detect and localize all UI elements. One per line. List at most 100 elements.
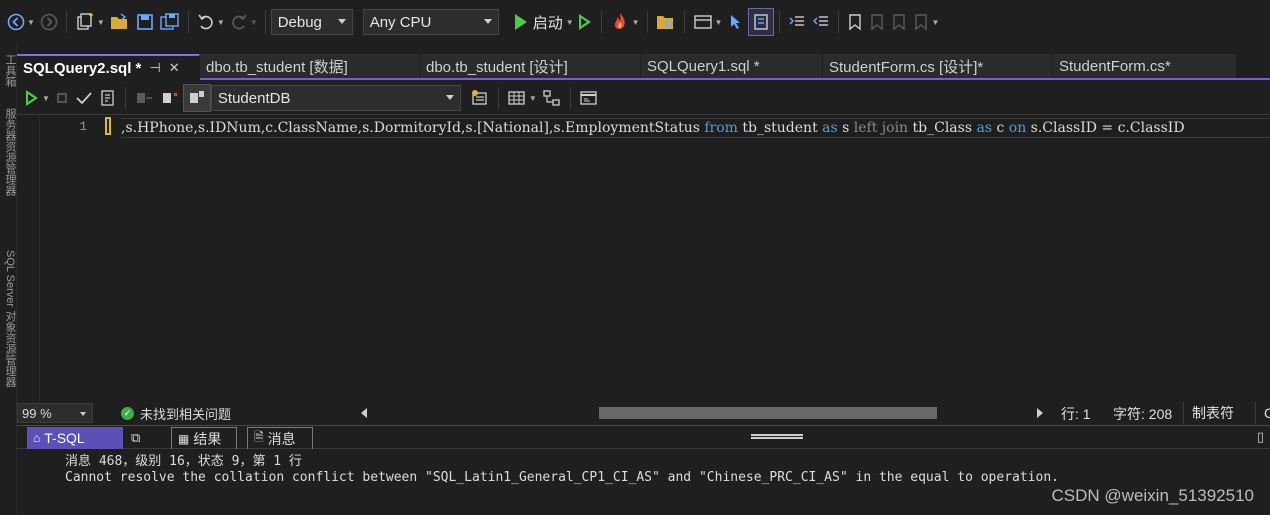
disconnect-icon[interactable] bbox=[157, 84, 183, 112]
left-tool-strip: 工具箱 服务器资源管理器 SQL Server 对象资源管理器 bbox=[0, 44, 17, 515]
new-project-dropdown-icon[interactable]: ▼ bbox=[97, 18, 105, 27]
parse-check-icon[interactable] bbox=[72, 84, 96, 112]
redo-icon[interactable] bbox=[227, 8, 251, 36]
outdent-icon[interactable] bbox=[809, 8, 833, 36]
undo-icon[interactable] bbox=[194, 8, 218, 36]
check-circle-icon: ✓ bbox=[121, 406, 134, 420]
tab-label: SQLQuery2.sql * bbox=[23, 59, 142, 77]
solution-config-select[interactable]: Debug bbox=[270, 9, 353, 35]
hot-reload-dropdown-icon[interactable]: ▼ bbox=[632, 18, 640, 27]
scroll-thumb[interactable] bbox=[599, 407, 937, 419]
toolbox-tab[interactable]: 工具箱 bbox=[2, 54, 18, 87]
query-options-icon[interactable] bbox=[467, 84, 493, 112]
tab-mode-indicator[interactable]: 制表符 bbox=[1183, 402, 1242, 424]
chevron-down-icon bbox=[483, 19, 492, 24]
issues-status[interactable]: 未找到相关问题 bbox=[140, 404, 231, 423]
open-folder-icon[interactable] bbox=[107, 8, 133, 36]
sql-object-explorer-tab[interactable]: SQL Server 对象资源管理器 bbox=[2, 250, 18, 387]
execute-icon[interactable] bbox=[23, 84, 43, 112]
tab-studentform-cs[interactable]: StudentForm.cs* bbox=[1053, 54, 1237, 78]
clear-bookmarks-icon[interactable] bbox=[910, 8, 932, 36]
tab-sqlquery2[interactable]: SQLQuery2.sql * ⊣ ✕ bbox=[17, 54, 200, 80]
code-token: as bbox=[976, 120, 993, 136]
code-token: as bbox=[822, 120, 838, 136]
char-indicator[interactable]: 字符: 208 bbox=[1113, 404, 1172, 424]
tab-design[interactable]: ⧉ bbox=[125, 427, 169, 449]
tab-messages[interactable]: 🗎 消息 bbox=[247, 427, 313, 449]
execute-dropdown-icon[interactable]: ▼ bbox=[42, 94, 50, 103]
indent-icon[interactable] bbox=[785, 8, 809, 36]
display-plan-icon[interactable] bbox=[96, 84, 120, 112]
layout-dropdown-icon[interactable]: ▼ bbox=[715, 18, 723, 27]
start-dropdown-icon[interactable]: ▼ bbox=[566, 18, 574, 27]
chevron-down-icon bbox=[80, 412, 86, 416]
tab-label: dbo.tb_student [设计] bbox=[426, 58, 568, 76]
back-dropdown-icon[interactable]: ▼ bbox=[27, 18, 35, 27]
save-icon[interactable] bbox=[133, 8, 157, 36]
separator bbox=[779, 11, 781, 33]
query-plan-icon[interactable] bbox=[576, 84, 602, 112]
code-token: s bbox=[837, 120, 854, 136]
line-ending-indicator[interactable]: C bbox=[1255, 402, 1270, 424]
platform-select[interactable]: Any CPU bbox=[362, 9, 499, 35]
connect-icon[interactable] bbox=[131, 84, 157, 112]
document-icon: 🗎 bbox=[254, 430, 264, 444]
start-debug-button[interactable]: 启动 bbox=[511, 12, 567, 33]
start-without-debug-icon[interactable] bbox=[576, 8, 596, 36]
code-line[interactable]: ,s.HPhone,s.IDNum,c.ClassName,s.Dormitor… bbox=[121, 118, 1270, 138]
split-toggle-icon[interactable]: ▯ bbox=[1257, 429, 1264, 445]
stop-icon[interactable] bbox=[52, 84, 72, 112]
zoom-value: 99 % bbox=[22, 405, 52, 421]
redo-dropdown-icon[interactable]: ▼ bbox=[250, 18, 258, 27]
tab-results[interactable]: ▦ 结果 bbox=[171, 427, 237, 449]
scroll-left-icon[interactable] bbox=[361, 408, 367, 418]
results-dropdown-icon[interactable]: ▼ bbox=[529, 94, 537, 103]
change-marker bbox=[105, 117, 111, 135]
pin-icon[interactable]: ⊣ bbox=[149, 60, 160, 76]
solution-config-value: Debug bbox=[277, 13, 322, 31]
separator bbox=[187, 11, 189, 33]
horizontal-scrollbar[interactable] bbox=[357, 406, 1047, 420]
live-visual-tree-icon[interactable] bbox=[748, 8, 775, 36]
save-all-icon[interactable] bbox=[157, 8, 183, 36]
separator bbox=[646, 11, 648, 33]
tab-studentform-design[interactable]: StudentForm.cs [设计]* bbox=[823, 54, 1053, 78]
window-layout-icon[interactable] bbox=[690, 8, 716, 36]
splitter-grip[interactable] bbox=[751, 434, 803, 439]
scroll-right-icon[interactable] bbox=[1037, 408, 1043, 418]
new-project-icon[interactable] bbox=[72, 8, 98, 36]
results-pane-tabs: ⌂ T-SQL ⧉ ▦ 结果 🗎 消息 ▯ bbox=[17, 425, 1270, 449]
tab-messages-label: 消息 bbox=[267, 430, 296, 447]
bookmark-icon[interactable] bbox=[844, 8, 866, 36]
results-grid-icon[interactable] bbox=[504, 84, 530, 112]
database-select[interactable]: StudentDB bbox=[210, 85, 461, 111]
platform-value: Any CPU bbox=[369, 13, 432, 31]
sql-editor[interactable]: 1 ,s.HPhone,s.IDNum,c.ClassName,s.Dormit… bbox=[17, 114, 1270, 402]
separator bbox=[264, 11, 266, 33]
close-icon[interactable]: ✕ bbox=[169, 60, 180, 76]
select-pointer-icon[interactable] bbox=[724, 8, 748, 36]
code-token: c bbox=[992, 120, 1009, 136]
next-bookmark-icon[interactable] bbox=[888, 8, 910, 36]
toolbar-overflow-icon[interactable]: ▼ bbox=[931, 18, 939, 27]
editor-gutter bbox=[17, 115, 39, 402]
tab-sqlquery1[interactable]: SQLQuery1.sql * bbox=[641, 54, 823, 78]
schema-compare-icon[interactable] bbox=[539, 84, 565, 112]
line-indicator[interactable]: 行: 1 bbox=[1061, 404, 1091, 424]
gutter-divider bbox=[39, 115, 40, 402]
prev-bookmark-icon[interactable] bbox=[866, 8, 888, 36]
message-text: Cannot resolve the collation conflict be… bbox=[65, 470, 1059, 485]
tab-tb-student-data[interactable]: dbo.tb_student [数据] bbox=[200, 54, 420, 78]
change-connection-icon[interactable] bbox=[182, 84, 211, 112]
zoom-select[interactable]: 99 % bbox=[17, 403, 93, 423]
tab-tb-student-design[interactable]: dbo.tb_student [设计] bbox=[420, 54, 641, 78]
grid-icon: ▦ bbox=[178, 431, 190, 446]
tab-results-label: 结果 bbox=[193, 430, 222, 447]
back-icon[interactable] bbox=[4, 8, 28, 36]
tab-tsql[interactable]: ⌂ T-SQL bbox=[27, 427, 123, 449]
server-explorer-tab[interactable]: 服务器资源管理器 bbox=[2, 108, 18, 196]
forward-icon[interactable] bbox=[37, 8, 61, 36]
hot-reload-icon[interactable] bbox=[607, 8, 633, 36]
solution-explorer-icon[interactable] bbox=[653, 8, 679, 36]
undo-dropdown-icon[interactable]: ▼ bbox=[217, 18, 225, 27]
